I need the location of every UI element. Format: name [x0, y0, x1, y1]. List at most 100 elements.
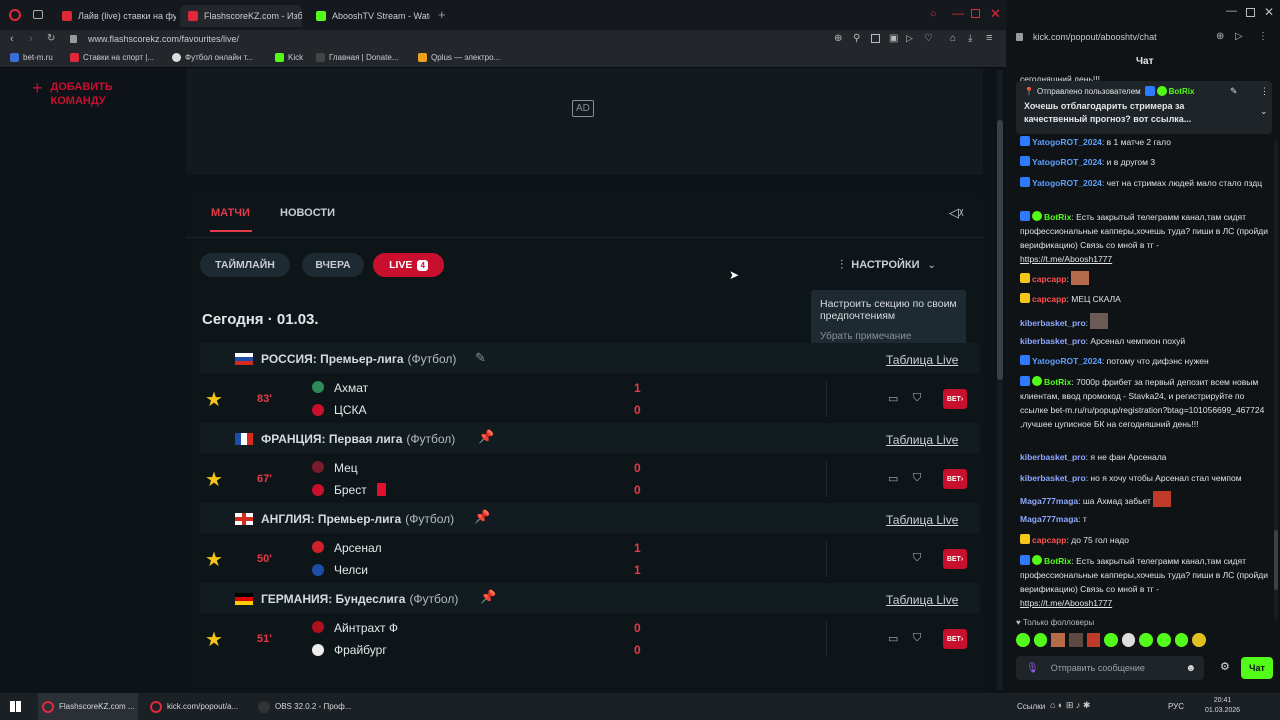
jersey-icon[interactable]: ⛉: [913, 392, 921, 405]
emote-icon[interactable]: [1086, 633, 1101, 647]
pin-icon[interactable]: 📌: [478, 429, 494, 445]
tab-news[interactable]: НОВОСТИ: [280, 207, 335, 219]
home-team[interactable]: Мец: [334, 461, 358, 475]
league-title-russia[interactable]: РОССИЯ: Премьер-лига (Футбол): [261, 352, 456, 366]
clock[interactable]: 20:41 01.03.2026: [1205, 696, 1240, 716]
emote-icon[interactable]: [1016, 633, 1030, 647]
chat-scrollbar[interactable]: [1274, 140, 1278, 620]
telegram-link[interactable]: https://t.me/Aboosh1777: [1020, 598, 1112, 608]
pin-icon[interactable]: 📌: [474, 509, 490, 525]
gear-icon[interactable]: ⚙: [1220, 660, 1230, 673]
bookmark-football[interactable]: Футбол онлайн т...: [172, 53, 253, 62]
emote-icon[interactable]: [1139, 633, 1154, 647]
table-live-link[interactable]: Таблица Live: [886, 353, 959, 367]
mute-icon[interactable]: ◁ᵡ: [949, 205, 963, 221]
chevron-down-icon[interactable]: ⌄: [1260, 106, 1268, 117]
bookmark-qplus[interactable]: Qplus — электро...: [418, 53, 500, 62]
new-tab-plus-icon[interactable]: +: [438, 7, 446, 22]
table-live-link[interactable]: Таблица Live: [886, 513, 959, 527]
minimize-icon[interactable]: —: [952, 6, 964, 20]
bet-button[interactable]: BET ›: [943, 629, 967, 649]
translate-icon[interactable]: ▣: [889, 33, 898, 44]
jersey-icon[interactable]: ⛉: [913, 552, 921, 565]
emoji-icon[interactable]: ☻: [1185, 663, 1196, 674]
telegram-link[interactable]: https://t.me/Aboosh1777: [1020, 254, 1112, 264]
language-indicator[interactable]: РУС: [1168, 693, 1184, 720]
emote-icon[interactable]: [1051, 633, 1065, 647]
home-team[interactable]: Ахмат: [334, 381, 368, 395]
heart-icon[interactable]: ♡: [924, 33, 933, 44]
favorite-star-icon[interactable]: ★: [205, 387, 223, 412]
bet-button[interactable]: BET ›: [943, 389, 967, 409]
send-chat-button[interactable]: Чат: [1241, 657, 1273, 679]
search-tabs-icon[interactable]: ○: [930, 8, 937, 20]
bet-button[interactable]: BET ›: [943, 469, 967, 489]
bookmark-bet-m[interactable]: bet-m.ru: [10, 53, 53, 62]
more-options-icon[interactable]: ⋮: [1260, 86, 1269, 97]
pin-icon[interactable]: 📌: [480, 589, 496, 605]
home-team[interactable]: Арсенал: [334, 541, 382, 555]
tab-flashscore[interactable]: FlashscoreKZ.com - Избр: [180, 5, 302, 27]
tab-live-bets[interactable]: Лайв (live) ставки на фут: [54, 5, 176, 27]
bet-button[interactable]: BET ›: [943, 549, 967, 569]
tv-icon[interactable]: ▭: [888, 632, 898, 645]
away-team[interactable]: ЦСКА: [334, 403, 367, 417]
emote-icon[interactable]: [1121, 633, 1136, 647]
pin-icon[interactable]: ⚲: [853, 33, 860, 44]
tv-icon[interactable]: ▭: [888, 472, 898, 485]
emote-icon[interactable]: [1157, 633, 1171, 647]
league-title-england[interactable]: АНГЛИЯ: Премьер-лига (Футбол): [261, 512, 454, 526]
tray-icons[interactable]: ⌂ ◐ ⊞ ♪ ✱: [1050, 700, 1090, 711]
league-title-germany[interactable]: ГЕРМАНИЯ: Бундеслига (Футбол): [261, 592, 458, 606]
away-team[interactable]: Брест: [334, 483, 367, 497]
url-input[interactable]: www.flashscorekz.com/favourites/live/: [88, 34, 239, 44]
away-team[interactable]: Челси: [334, 563, 368, 577]
jersey-icon[interactable]: ⛉: [913, 472, 921, 485]
tv-icon[interactable]: ▭: [888, 392, 898, 405]
reload-icon[interactable]: ↻: [47, 33, 55, 44]
emote-icon[interactable]: [1192, 633, 1207, 647]
close-icon[interactable]: ✕: [990, 6, 1001, 22]
workspaces-icon[interactable]: [33, 10, 43, 19]
emote-icon[interactable]: [1033, 633, 1048, 647]
favorite-star-icon[interactable]: ★: [205, 547, 223, 572]
extensions-icon[interactable]: ⌂: [950, 33, 956, 44]
filter-yesterday-button[interactable]: ВЧЕРА: [302, 253, 364, 277]
download-icon[interactable]: ⤓: [968, 33, 972, 44]
taskbar-links[interactable]: Ссылки: [1017, 693, 1045, 720]
maximize-icon[interactable]: [971, 9, 980, 18]
menu-icon[interactable]: ⋮: [1258, 31, 1268, 42]
minimize-icon[interactable]: —: [1226, 5, 1237, 17]
settings-button[interactable]: ⫶ НАСТРОЙКИ ⌄: [840, 257, 936, 273]
chat-url[interactable]: kick.com/popout/abooshtv/chat: [1033, 32, 1157, 42]
play-icon[interactable]: ▷: [906, 33, 913, 44]
taskbar-item-kick[interactable]: kick.com/popout/a...: [146, 693, 246, 720]
table-live-link[interactable]: Таблица Live: [886, 433, 959, 447]
microphone-icon[interactable]: 🎙: [1026, 663, 1039, 674]
pin-outline-icon[interactable]: ✎: [475, 350, 486, 366]
zoom-icon[interactable]: ⊕: [834, 33, 842, 44]
taskbar-item-obs[interactable]: OBS 32.0.2 - Проф...: [254, 693, 354, 720]
pinned-message[interactable]: 📍 Отправлено пользователем BotRix Хочешь…: [1016, 81, 1272, 134]
forward-icon[interactable]: ›: [29, 33, 33, 45]
jersey-icon[interactable]: ⛉: [913, 632, 921, 645]
emote-icon[interactable]: [1068, 633, 1083, 647]
home-team[interactable]: Айнтрахт Ф: [334, 621, 398, 635]
snapshot-icon[interactable]: [871, 34, 880, 43]
chat-input[interactable]: 🎙 Отправить сообщение ☻: [1016, 656, 1204, 680]
favorite-star-icon[interactable]: ★: [205, 627, 223, 652]
opera-logo-icon[interactable]: [9, 9, 21, 21]
bookmark-kick[interactable]: Kick: [275, 53, 303, 62]
league-title-france[interactable]: ФРАНЦИЯ: Первая лига (Футбол): [261, 432, 455, 446]
unpin-icon[interactable]: ✎: [1230, 86, 1238, 97]
maximize-icon[interactable]: [1246, 8, 1255, 17]
emote-icon[interactable]: [1104, 633, 1118, 647]
add-team-button[interactable]: + ДОБАВИТЬ КОМАНДУ: [32, 79, 152, 108]
tab-kick-stream[interactable]: AbooshTV Stream - Watch: [308, 5, 430, 27]
scrollbar-thumb[interactable]: [1274, 530, 1278, 590]
table-live-link[interactable]: Таблица Live: [886, 593, 959, 607]
tab-matches[interactable]: МАТЧИ: [211, 207, 250, 219]
bookmark-donate[interactable]: Главная | Donate...: [316, 53, 398, 62]
extensions-icon[interactable]: ⊕: [1216, 31, 1224, 42]
bookmark-stavki[interactable]: Ставки на спорт |...: [70, 53, 154, 62]
